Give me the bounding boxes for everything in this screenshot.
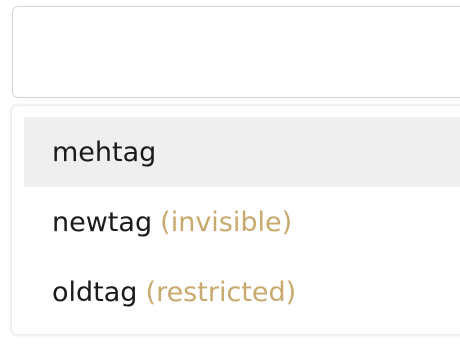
- suggestion-name: mehtag: [52, 136, 157, 168]
- suggestion-note: (invisible): [157, 206, 295, 238]
- tag-input[interactable]: [12, 6, 460, 98]
- tag-autocomplete: mehtag newtag (invisible) oldtag (restri…: [0, 0, 460, 354]
- suggestion-note: (restricted): [142, 276, 298, 308]
- suggestion-name: newtag: [52, 206, 153, 238]
- suggestion-item-newtag[interactable]: newtag (invisible): [24, 187, 460, 257]
- suggestion-item-mehtag[interactable]: mehtag: [24, 117, 460, 187]
- suggestion-item-oldtag[interactable]: oldtag (restricted): [24, 257, 460, 327]
- suggestion-dropdown: mehtag newtag (invisible) oldtag (restri…: [12, 106, 460, 334]
- suggestion-name: oldtag: [52, 276, 138, 308]
